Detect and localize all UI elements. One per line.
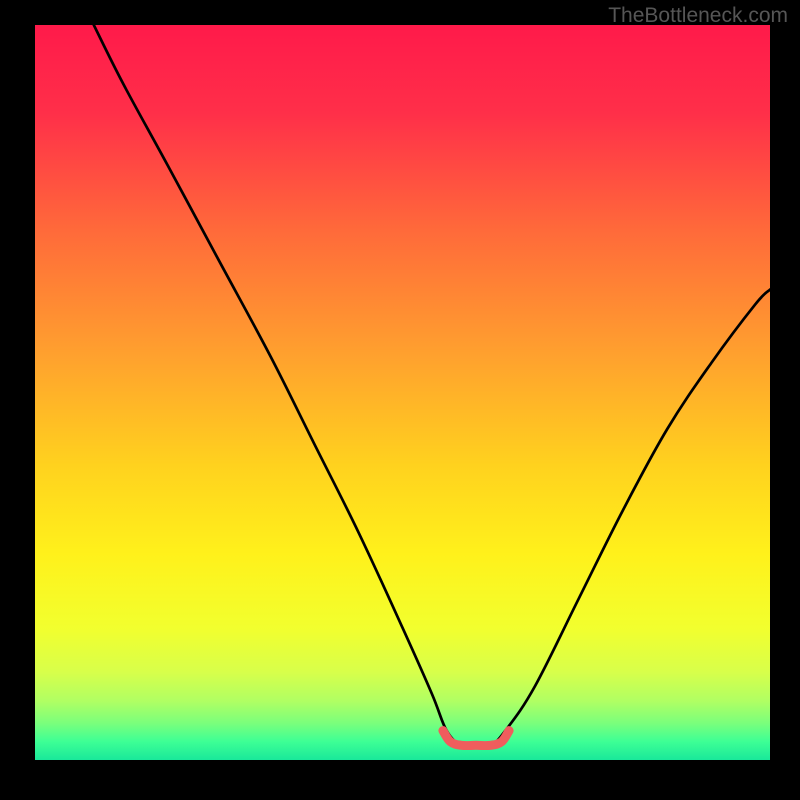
watermark-text: TheBottleneck.com [608, 4, 788, 28]
chart-container: TheBottleneck.com [0, 0, 800, 800]
gradient-background [35, 25, 770, 760]
chart-svg [35, 25, 770, 760]
plot-area [35, 25, 770, 760]
